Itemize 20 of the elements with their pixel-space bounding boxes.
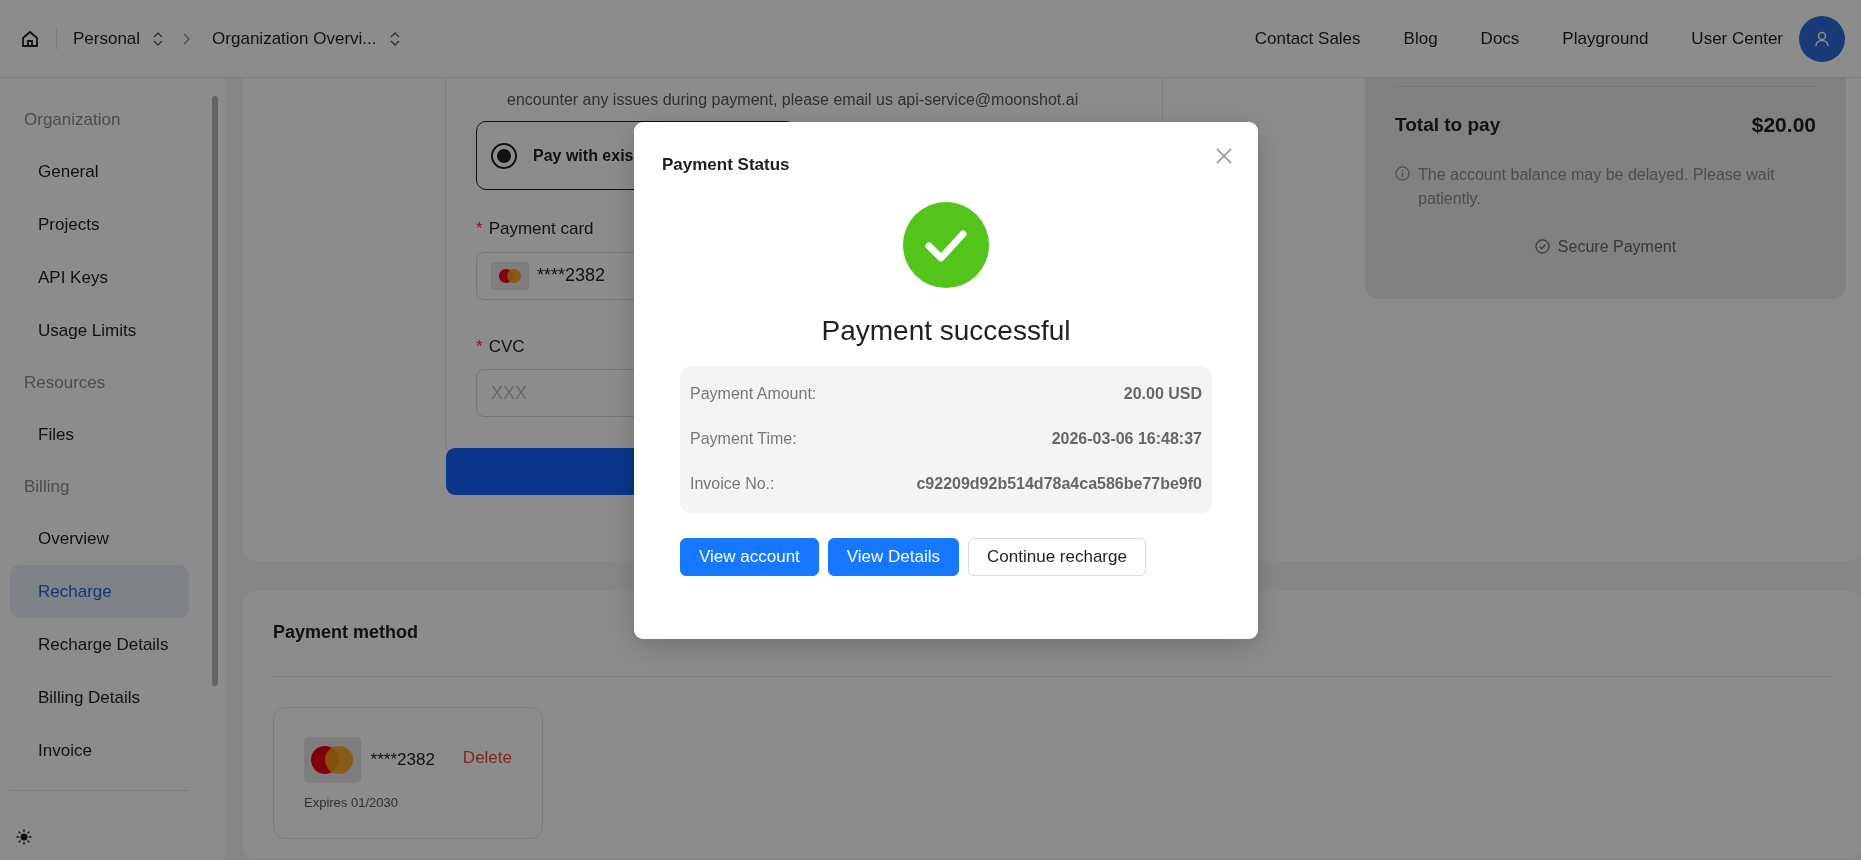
detail-label: Payment Time:: [690, 429, 797, 449]
sidebar-section-title: Organization: [23, 109, 122, 131]
section-title: Payment method: [273, 621, 420, 644]
dialog-title: Payment Status: [662, 154, 791, 176]
detail-value: 2026-03-06 16:48:37: [1051, 429, 1202, 449]
detail-value: c92209d92b514d78a4ca586be77be9f0: [916, 474, 1202, 494]
total-label: Total to pay: [1395, 112, 1501, 137]
detail-value: 20.00 USD: [1123, 384, 1202, 404]
secure-payment-label: Secure Payment: [1557, 236, 1677, 257]
status-message: Payment successful: [820, 313, 1072, 348]
card-expiry: Expires 01/2030: [304, 794, 399, 812]
sidebar-section-title: Billing: [23, 476, 71, 498]
total-amount: $20.00: [1751, 112, 1816, 138]
card-number: ****2382: [370, 749, 435, 772]
payment-notice: encounter any issues during payment, please email us api-service@moonshot.ai: [506, 90, 1080, 110]
detail-label: Payment Amount:: [690, 384, 817, 404]
payment-card-label: * Payment card: [476, 218, 594, 240]
detail-label: Invoice No.:: [690, 474, 775, 494]
cvc-label: * CVC: [476, 335, 525, 358]
sidebar-section-title: Resources: [23, 372, 107, 394]
